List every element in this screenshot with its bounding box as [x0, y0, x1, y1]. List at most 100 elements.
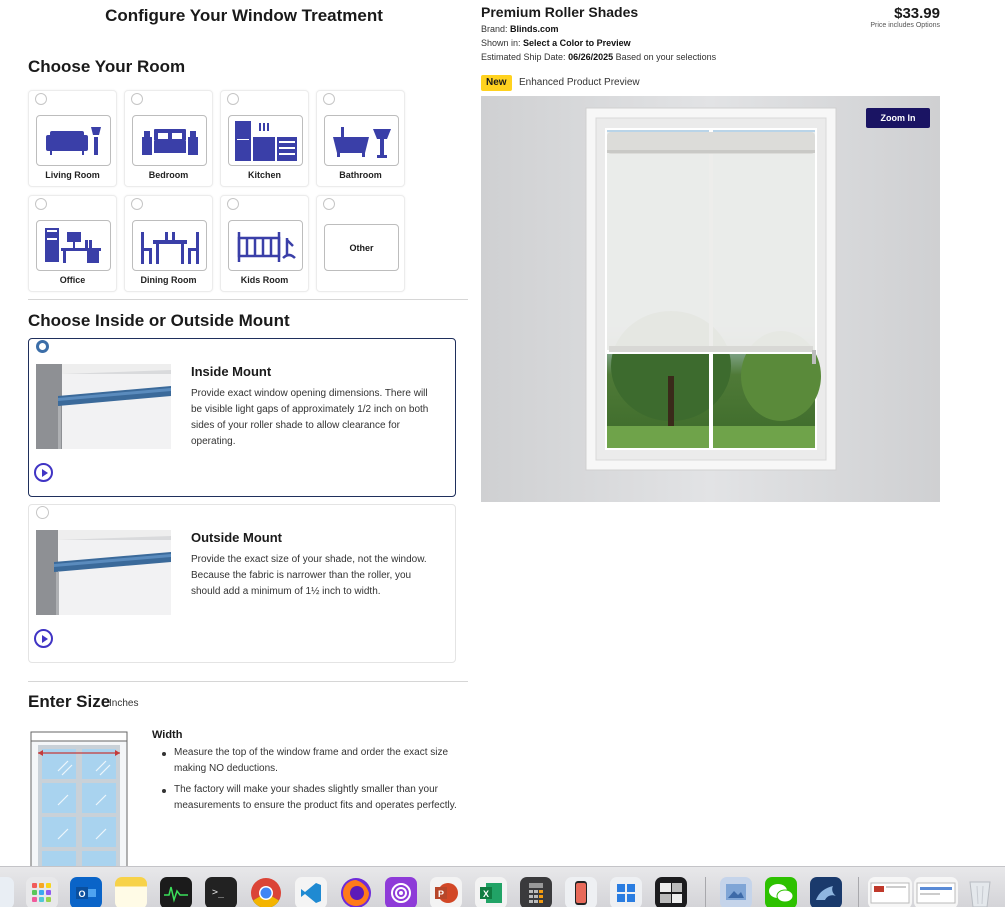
- brand-line: Brand: Blinds.com: [481, 24, 559, 34]
- room-label: Dining Room: [140, 275, 197, 285]
- inside-mount-description: Provide exact window opening dimensions.…: [191, 388, 429, 447]
- notes-icon[interactable]: [115, 877, 147, 907]
- phone-mirror-icon[interactable]: [565, 877, 597, 907]
- svg-text:P: P: [438, 889, 444, 899]
- room-radio[interactable]: [323, 93, 335, 105]
- room-label: Bathroom: [339, 170, 382, 180]
- window-thumbnail-icon[interactable]: [868, 877, 912, 907]
- calculator-icon[interactable]: [520, 877, 552, 907]
- ship-date-suffix: Based on your selections: [615, 52, 717, 62]
- product-title: Premium Roller Shades: [481, 4, 639, 20]
- bathtub-icon: [324, 115, 399, 166]
- width-tip: Measure the top of the window frame and …: [162, 745, 466, 777]
- room-radio[interactable]: [35, 198, 47, 210]
- inside-mount-title: Inside Mount: [191, 364, 272, 379]
- room-radio[interactable]: [131, 198, 143, 210]
- svg-text:X: X: [483, 889, 489, 899]
- vscode-icon[interactable]: [295, 877, 327, 907]
- room-radio[interactable]: [35, 93, 47, 105]
- product-preview-image: [481, 96, 940, 502]
- new-badge: New: [481, 75, 512, 91]
- outside-mount-radio[interactable]: [36, 506, 49, 519]
- firefox-icon[interactable]: [340, 877, 372, 907]
- chrome-icon[interactable]: [250, 877, 282, 907]
- divider: [28, 681, 468, 682]
- play-video-icon[interactable]: [34, 629, 53, 648]
- terminal-icon[interactable]: >_: [205, 877, 237, 907]
- room-card-office[interactable]: Office: [28, 195, 117, 292]
- preview-label: Enhanced Product Preview: [519, 77, 640, 88]
- windows-app-icon[interactable]: [610, 877, 642, 907]
- shown-in-line: Shown in: Select a Color to Preview: [481, 38, 631, 48]
- configure-title: Configure Your Window Treatment: [105, 6, 383, 25]
- excel-icon[interactable]: X: [475, 877, 507, 907]
- crib-icon: [228, 220, 303, 271]
- window-width-diagram: [30, 731, 128, 871]
- room-label: Kids Room: [240, 275, 289, 285]
- inside-mount-option[interactable]: Inside Mount Provide exact window openin…: [28, 338, 456, 497]
- podcast-icon[interactable]: [385, 877, 417, 907]
- room-label: Office: [59, 275, 86, 285]
- wechat-icon[interactable]: [765, 877, 797, 907]
- svg-text:O: O: [78, 889, 85, 899]
- kitchen-icon: [228, 115, 303, 166]
- room-card-kitchen[interactable]: Kitchen: [220, 90, 309, 187]
- width-heading: Width: [152, 729, 183, 741]
- price-note: Price includes Options: [870, 22, 940, 29]
- room-card-bedroom[interactable]: Bedroom: [124, 90, 213, 187]
- macos-dock: O >_ P X: [0, 866, 1005, 907]
- room-label: Kitchen: [247, 170, 281, 180]
- room-label: Bedroom: [148, 170, 189, 180]
- desk-icon: [36, 220, 111, 271]
- launchpad-icon[interactable]: [26, 877, 58, 907]
- room-section-title: Choose Your Room: [28, 57, 186, 76]
- preview-icon[interactable]: [720, 877, 752, 907]
- outlook-icon[interactable]: O: [70, 877, 102, 907]
- size-unit: Inches: [109, 698, 139, 709]
- sofa-icon: [36, 115, 111, 166]
- room-card-other[interactable]: Other: [316, 195, 405, 292]
- room-radio[interactable]: [323, 198, 335, 210]
- room-label: Living Room: [45, 170, 100, 180]
- zoom-in-button[interactable]: Zoom In: [866, 108, 930, 128]
- inside-mount-radio[interactable]: [36, 340, 49, 353]
- inside-mount-image: [36, 364, 171, 449]
- outside-mount-title: Outside Mount: [191, 530, 282, 545]
- mount-section-title: Choose Inside or Outside Mount: [28, 311, 290, 330]
- brand-label: Brand:: [481, 24, 508, 34]
- room-card-kids-room[interactable]: Kids Room: [220, 195, 309, 292]
- outside-mount-option[interactable]: Outside Mount Provide the exact size of …: [28, 504, 456, 663]
- room-label-other: Other: [324, 224, 399, 271]
- ship-date-label: Estimated Ship Date:: [481, 52, 566, 62]
- width-tip: The factory will make your shades slight…: [162, 782, 466, 814]
- mysql-workbench-icon[interactable]: [810, 877, 842, 907]
- bed-icon: [132, 115, 207, 166]
- activity-monitor-icon[interactable]: [160, 877, 192, 907]
- room-radio[interactable]: [131, 93, 143, 105]
- dining-table-icon: [132, 220, 207, 271]
- room-card-living-room[interactable]: Living Room: [28, 90, 117, 187]
- trash-icon[interactable]: [964, 877, 996, 907]
- svg-text:>_: >_: [212, 887, 225, 898]
- outside-mount-description: Provide the exact size of your shade, no…: [191, 554, 427, 597]
- outside-mount-image: [36, 530, 171, 615]
- size-section-title: Enter Size: [28, 692, 111, 711]
- width-tips-list: Measure the top of the window frame and …: [162, 745, 466, 819]
- ship-date-value: 06/26/2025: [568, 52, 614, 62]
- ship-date-line: Estimated Ship Date: 06/26/2025 Based on…: [481, 52, 716, 62]
- divider: [28, 299, 468, 300]
- dock-separator: [705, 877, 706, 907]
- play-video-icon[interactable]: [34, 463, 53, 482]
- finder-icon[interactable]: [0, 877, 14, 907]
- room-card-bathroom[interactable]: Bathroom: [316, 90, 405, 187]
- brand-value: Blinds.com: [510, 24, 559, 34]
- window-thumbnail-2-icon[interactable]: [914, 877, 958, 907]
- room-card-dining-room[interactable]: Dining Room: [124, 195, 213, 292]
- dock-separator: [858, 877, 859, 907]
- room-radio[interactable]: [227, 198, 239, 210]
- multi-window-icon[interactable]: [655, 877, 687, 907]
- shown-in-label: Shown in:: [481, 38, 521, 48]
- powerpoint-icon[interactable]: P: [430, 877, 462, 907]
- price: $33.99: [894, 5, 940, 22]
- room-radio[interactable]: [227, 93, 239, 105]
